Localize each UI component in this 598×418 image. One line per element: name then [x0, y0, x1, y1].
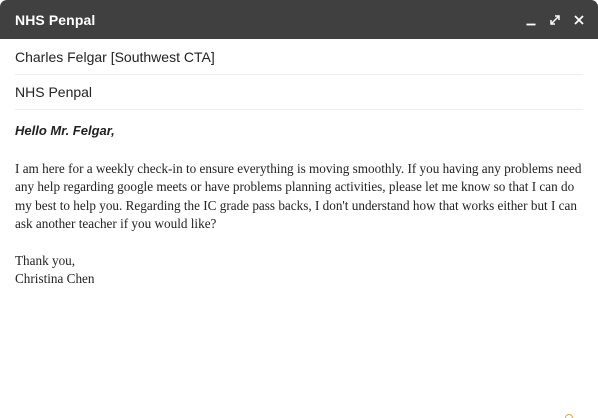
- expand-icon[interactable]: [548, 13, 562, 27]
- message-body[interactable]: Hello Mr. Felgar, I am here for a weekly…: [0, 110, 598, 289]
- compose-window: NHS Penpal Charles Felgar [Southwest CTA…: [0, 0, 598, 418]
- subject-field[interactable]: NHS Penpal: [15, 75, 583, 110]
- message-paragraph: I am here for a weekly check-in to ensur…: [15, 160, 582, 232]
- subject-text: NHS Penpal: [15, 84, 93, 100]
- message-closing: Thank you,: [15, 252, 76, 268]
- message-greeting: Hello Mr. Felgar,: [15, 123, 115, 138]
- compose-title: NHS Penpal: [15, 11, 96, 28]
- compose-titlebar[interactable]: NHS Penpal: [0, 0, 598, 39]
- message-signature: Christina Chen: [15, 271, 95, 286]
- recipient-name: Charles Felgar [Southwest CTA]: [15, 48, 215, 65]
- close-icon[interactable]: [572, 13, 586, 27]
- recipients-field[interactable]: Charles Felgar [Southwest CTA]: [15, 39, 583, 75]
- window-controls: [524, 13, 586, 27]
- indicator-icon: [565, 414, 573, 418]
- minimize-icon[interactable]: [524, 13, 538, 27]
